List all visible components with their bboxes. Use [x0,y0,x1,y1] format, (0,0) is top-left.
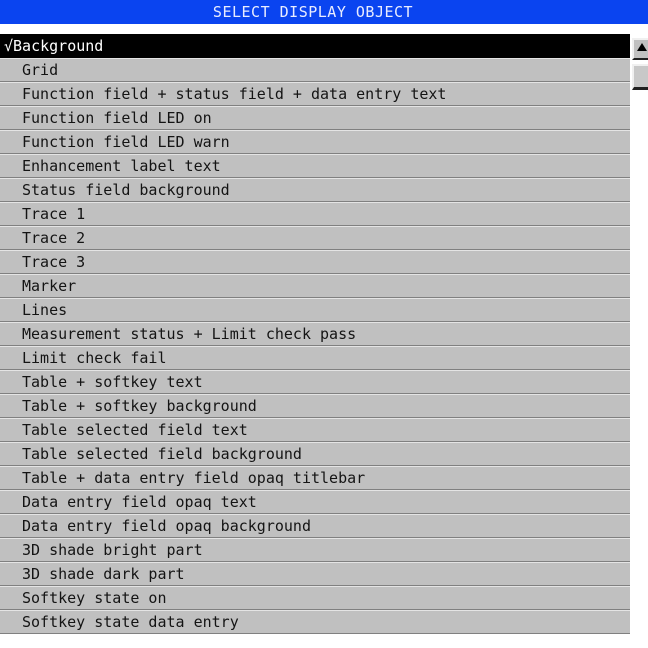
list-item-label: Enhancement label text [22,157,221,175]
list-item-label: Trace 2 [22,229,86,247]
list-item-label: Data entry field opaq background [22,517,311,535]
list-item[interactable]: Softkey state data entry [0,610,630,634]
list-item-label: Function field LED warn [22,133,230,151]
select-display-object-dialog: SELECT DISPLAY OBJECT √Background Grid Fun… [0,0,648,648]
list-item-label: Softkey state data entry [22,613,239,631]
list-item[interactable]: Trace 1 [0,202,630,226]
list-item-label: Data entry field opaq text [22,493,257,511]
list-item-label: Table selected field text [22,421,248,439]
list-item[interactable]: Trace 3 [0,250,630,274]
vertical-scrollbar[interactable] [630,34,648,648]
up-arrow-icon [637,43,647,51]
list-item-label: Softkey state on [22,589,167,607]
list-item[interactable]: Data entry field opaq background [0,514,630,538]
list-item[interactable]: Measurement status + Limit check pass [0,322,630,346]
list-item[interactable]: Function field LED warn [0,130,630,154]
list-item[interactable]: Softkey state on [0,586,630,610]
list-item-label: 3D shade dark part [22,565,185,583]
list-item[interactable]: Function field LED on [0,106,630,130]
scroll-track[interactable] [636,92,648,648]
list-item-label: Marker [22,277,77,295]
display-object-list[interactable]: √Background Grid Function field + status f… [0,34,630,648]
list-item[interactable]: Status field background [0,178,630,202]
list-item[interactable]: 3D shade bright part [0,538,630,562]
list-item-label: 3D shade bright part [22,541,203,559]
list-item-label: Function field LED on [22,109,212,127]
list-item[interactable]: Table + data entry field opaq titlebar [0,466,630,490]
list-item[interactable]: Table selected field text [0,418,630,442]
list-item[interactable]: Lines [0,298,630,322]
list-item[interactable]: Limit check fail [0,346,630,370]
list-item-label: Function field + status field + data ent… [22,85,447,103]
list-item-label: Trace 3 [22,253,86,271]
list-item-label: Measurement status + Limit check pass [22,325,357,343]
list-item[interactable]: Table + softkey text [0,370,630,394]
list-item[interactable]: Enhancement label text [0,154,630,178]
list-item[interactable]: Table selected field background [0,442,630,466]
list-item-label: Lines [22,301,68,319]
scroll-thumb[interactable] [632,64,648,90]
list-item[interactable]: Trace 2 [0,226,630,250]
list-item-label: Limit check fail [22,349,167,367]
list-item[interactable]: Table + softkey background [0,394,630,418]
check-mark-icon: √ [4,37,14,55]
list-item-label: Grid [22,61,59,79]
list-item[interactable]: Function field + status field + data ent… [0,82,630,106]
list-item-label: Background [13,37,104,55]
list-item-label: Trace 1 [22,205,86,223]
scroll-up-button[interactable] [632,38,648,60]
list-item[interactable]: 3D shade dark part [0,562,630,586]
dialog-title: SELECT DISPLAY OBJECT [0,0,648,24]
list-item[interactable]: Marker [0,274,630,298]
list-item[interactable]: Grid [0,58,630,82]
list-item-label: Table selected field background [22,445,302,463]
list-item-label: Table + softkey text [22,373,203,391]
list-item[interactable]: √Background [0,34,630,58]
list-item-label: Status field background [22,181,230,199]
list-item-label: Table + data entry field opaq titlebar [22,469,366,487]
list-item-label: Table + softkey background [22,397,257,415]
list-item[interactable]: Data entry field opaq text [0,490,630,514]
